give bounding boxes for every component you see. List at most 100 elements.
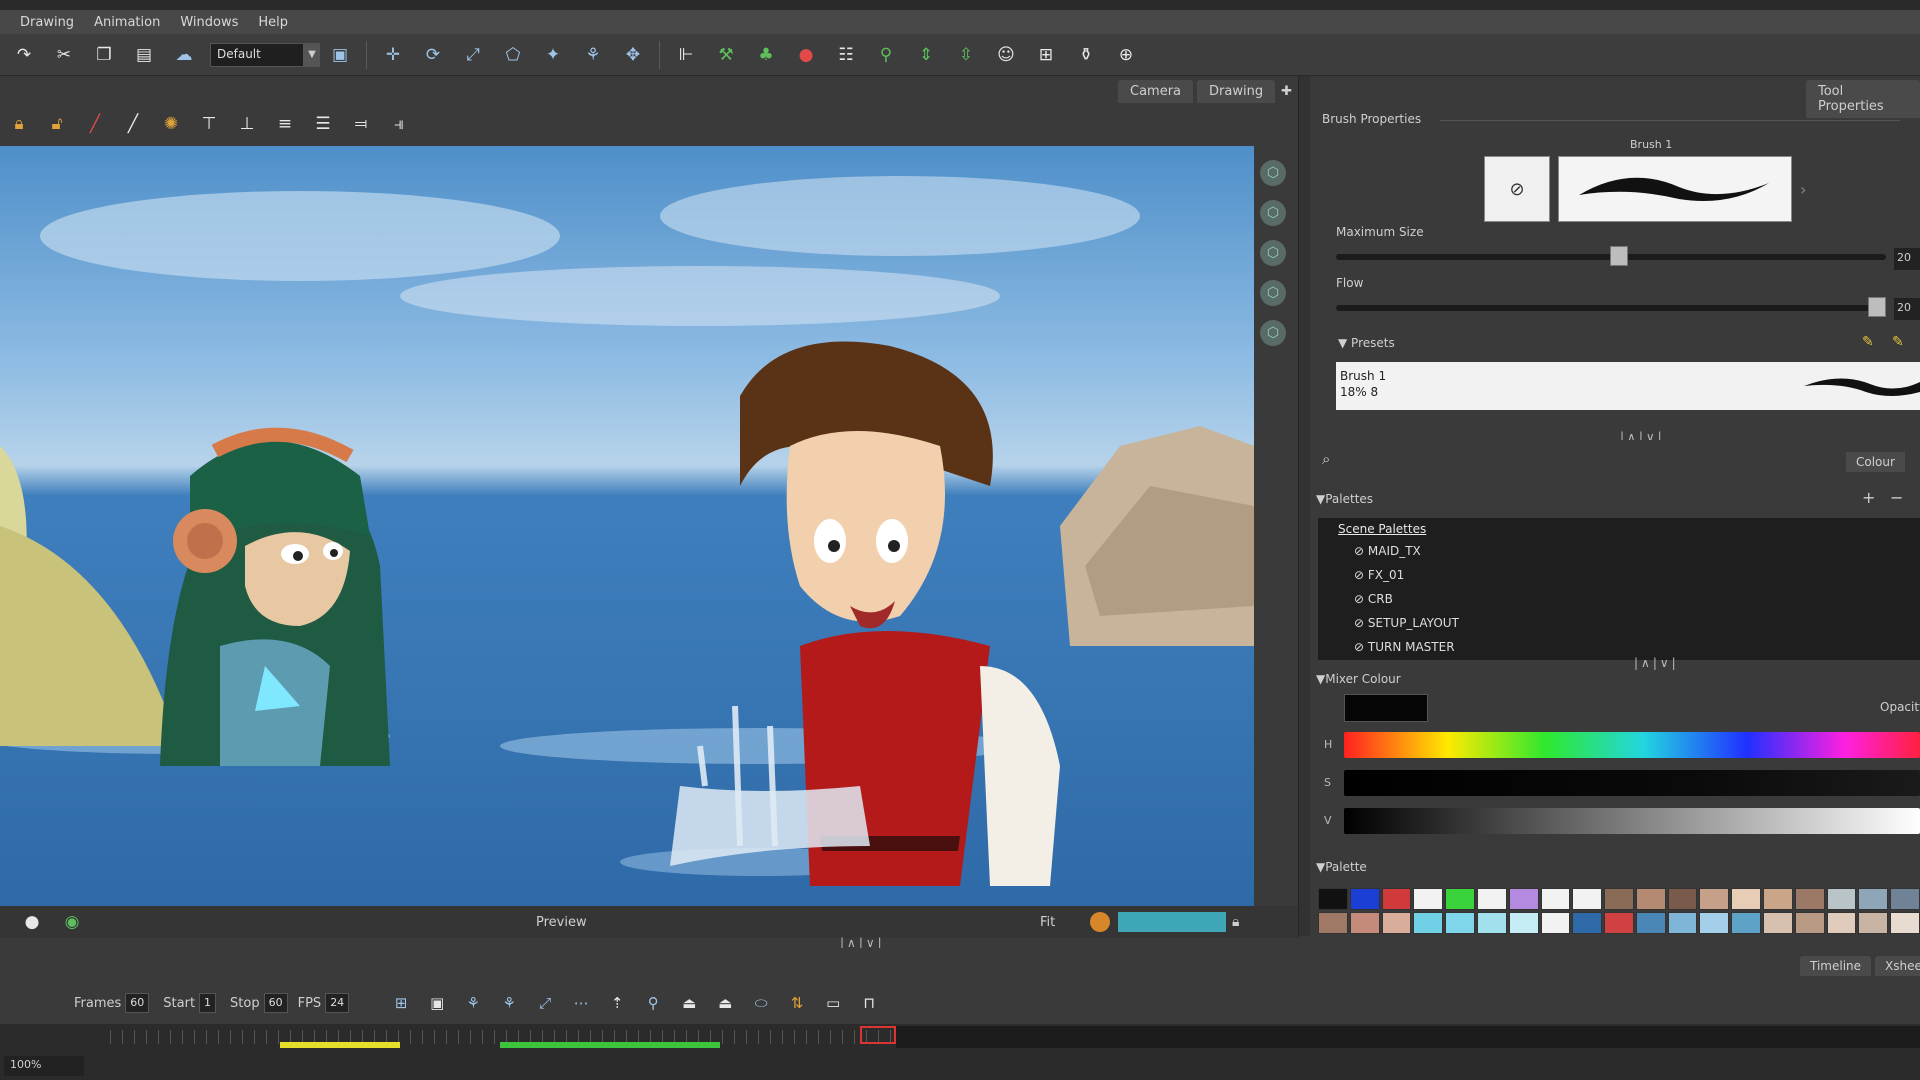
saturation-slider[interactable] <box>1344 770 1920 796</box>
palette-swatch[interactable] <box>1731 912 1762 934</box>
palette-swatch[interactable] <box>1413 888 1444 910</box>
search-icon[interactable]: ⌕ <box>1322 450 1330 468</box>
menu-help[interactable]: Help <box>258 15 288 30</box>
layer-icon[interactable]: ⬡ <box>1260 200 1286 226</box>
reduce-icon[interactable]: ▭ <box>821 991 845 1015</box>
palette-item[interactable]: ⊘ FX_01 <box>1354 568 1404 582</box>
copy-icon[interactable]: ❐ <box>90 41 118 69</box>
paste-icon[interactable]: ▤ <box>130 41 158 69</box>
palette-item[interactable]: ⊘ SETUP_LAYOUT <box>1354 616 1459 630</box>
delete-preset-icon[interactable]: ✎ <box>1892 334 1904 350</box>
menu-animation[interactable]: Animation <box>94 15 160 30</box>
add-tab-icon[interactable]: ✚ <box>1279 80 1294 103</box>
pencil-icon[interactable]: ╱ <box>81 110 109 138</box>
palette-swatch[interactable] <box>1858 912 1889 934</box>
pin-icon[interactable]: ⚲ <box>872 41 900 69</box>
tab-timeline[interactable]: Timeline <box>1800 956 1872 976</box>
palette-swatch[interactable] <box>1476 888 1507 910</box>
tab-camera[interactable]: Camera <box>1118 80 1194 103</box>
flow-slider[interactable] <box>1336 305 1886 311</box>
peg-icon[interactable]: ⚘ <box>579 41 607 69</box>
palette-swatch[interactable] <box>1349 912 1380 934</box>
onion-skin-icon[interactable]: ⬭ <box>749 991 773 1015</box>
fps-field[interactable]: 24 <box>325 993 350 1013</box>
cloud-icon[interactable]: ☁ <box>170 41 198 69</box>
palette-swatch[interactable] <box>1540 912 1571 934</box>
palette-swatch[interactable] <box>1635 888 1666 910</box>
skew-icon[interactable]: ⬠ <box>499 41 527 69</box>
tab-drawing[interactable]: Drawing <box>1197 80 1276 103</box>
deform-icon[interactable]: ♣ <box>752 41 780 69</box>
align-top-icon[interactable]: ⊤ <box>195 110 223 138</box>
flow-slider-knob[interactable] <box>1868 297 1886 317</box>
palette-swatch[interactable] <box>1794 912 1825 934</box>
palette-swatch[interactable] <box>1604 912 1634 934</box>
cut-icon[interactable]: ✂ <box>50 41 78 69</box>
palette-swatch[interactable] <box>1445 888 1475 910</box>
gift-icon[interactable]: ⊓ <box>857 991 881 1015</box>
extend-icon[interactable]: ⤢ <box>533 991 557 1015</box>
chevron-right-icon[interactable]: › <box>1800 180 1806 199</box>
lock-icon[interactable]: 🔒︎ <box>5 110 33 138</box>
redo-icon[interactable]: ↷ <box>10 41 38 69</box>
timeline-segment[interactable] <box>500 1042 720 1048</box>
brush-tip-swatch[interactable]: ⊘ <box>1484 156 1550 222</box>
palette-swatch[interactable] <box>1763 912 1793 934</box>
tab-xsheet[interactable]: Xsheet <box>1875 956 1920 976</box>
bucket-icon[interactable]: ⚱ <box>1072 41 1100 69</box>
scale-icon[interactable]: ⤢ <box>459 41 487 69</box>
value-slider[interactable] <box>1344 808 1920 834</box>
layer-icon[interactable]: ⬡ <box>1260 160 1286 186</box>
face-icon[interactable]: ☺ <box>992 41 1020 69</box>
select-icon[interactable]: ⇡ <box>605 991 629 1015</box>
palette-swatch[interactable] <box>1794 888 1825 910</box>
start-field[interactable]: 1 <box>199 993 217 1013</box>
maximum-size-value[interactable]: 20 <box>1894 248 1920 270</box>
bone-icon[interactable]: ⊩ <box>672 41 700 69</box>
palette-swatch[interactable] <box>1349 888 1380 910</box>
palette-swatch[interactable] <box>1508 912 1539 934</box>
zoom-field[interactable] <box>1118 912 1226 932</box>
palette-swatch[interactable] <box>1635 912 1666 934</box>
align-left-icon[interactable]: ⫤ <box>347 110 375 138</box>
morph-icon[interactable]: ✦ <box>539 41 567 69</box>
palette-swatch[interactable] <box>1381 888 1412 910</box>
add-drawing-layer-icon[interactable]: ⊞ <box>389 991 413 1015</box>
keyframe-icon[interactable]: ⚘ <box>461 991 485 1015</box>
remove-palette-icon[interactable]: − <box>1890 488 1903 507</box>
frames-field[interactable]: 60 <box>125 993 150 1013</box>
add-palette-icon[interactable]: + <box>1862 488 1875 507</box>
constant-segment-icon[interactable]: ⏏ <box>713 991 737 1015</box>
tab-colour[interactable]: Colour <box>1846 452 1905 472</box>
align-bottom-icon[interactable]: ≡ <box>271 110 299 138</box>
camera-viewport[interactable] <box>0 146 1254 906</box>
palette-swatch[interactable] <box>1604 888 1634 910</box>
palette-swatch[interactable] <box>1540 888 1571 910</box>
palette-swatch[interactable] <box>1763 888 1793 910</box>
hue-slider[interactable] <box>1344 732 1920 758</box>
palette-swatch[interactable] <box>1445 912 1475 934</box>
brush-stroke-preview[interactable] <box>1558 156 1792 222</box>
playhead-marker[interactable] <box>860 1026 896 1044</box>
flip-vertical-icon[interactable]: ⇕ <box>912 41 940 69</box>
render-icon[interactable]: ◉ <box>58 908 86 936</box>
timeline-zoom-field[interactable]: 100% <box>4 1056 84 1076</box>
palette-swatch[interactable] <box>1667 912 1698 934</box>
palette-swatch[interactable] <box>1890 912 1920 934</box>
transform-icon[interactable]: ✛ <box>379 41 407 69</box>
speech-bubble-icon[interactable]: ▣ <box>326 41 354 69</box>
palette-swatch[interactable] <box>1826 912 1857 934</box>
layer-icon[interactable]: ⬡ <box>1260 240 1286 266</box>
rotate-icon[interactable]: ⟳ <box>419 41 447 69</box>
chevron-down-icon[interactable]: ▼ <box>304 42 320 67</box>
record-icon[interactable]: ● <box>792 41 820 69</box>
unlock-icon[interactable]: 🔓︎ <box>43 110 71 138</box>
motion-icon[interactable]: ⋯ <box>569 991 593 1015</box>
flow-value[interactable]: 20 <box>1894 298 1920 320</box>
kinematic-icon[interactable]: ⚒ <box>712 41 740 69</box>
current-colour-swatch[interactable] <box>1344 694 1428 722</box>
palette-swatch[interactable] <box>1826 888 1857 910</box>
palette-swatch[interactable] <box>1413 912 1444 934</box>
palette-item[interactable]: ⊘ TURN MASTER <box>1354 640 1455 654</box>
palette-swatch[interactable] <box>1731 888 1762 910</box>
